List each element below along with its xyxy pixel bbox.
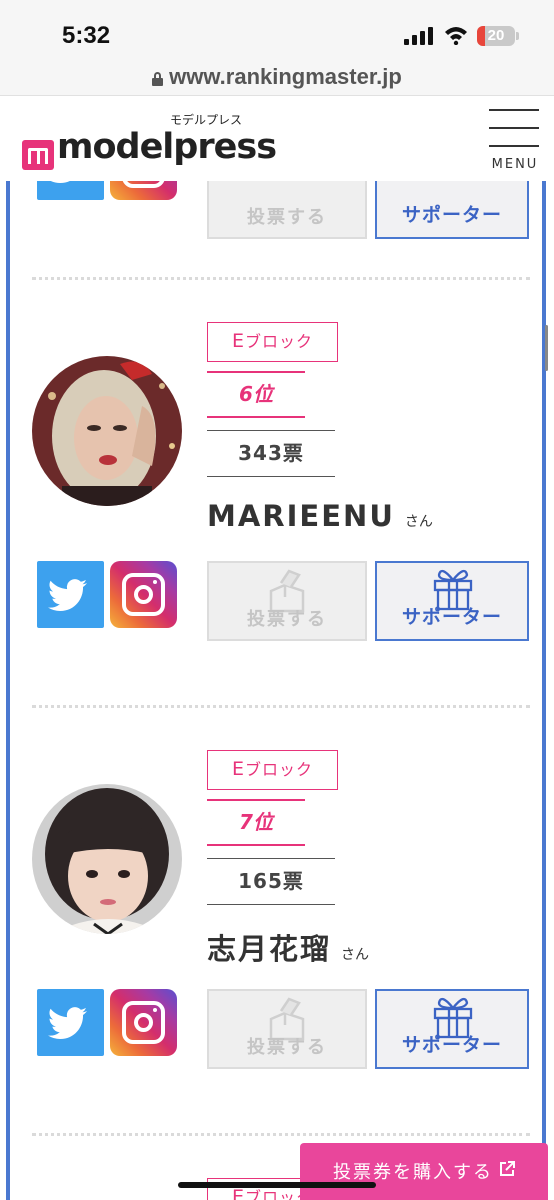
scroll-indicator [545, 325, 548, 371]
divider [32, 705, 530, 708]
vote-count: 165票 [207, 858, 335, 905]
divider [32, 1133, 530, 1136]
twitter-icon [48, 1007, 87, 1040]
home-indicator [178, 1182, 376, 1188]
wifi-icon [445, 27, 467, 45]
instagram-button[interactable] [110, 989, 177, 1056]
block-tag: Eブロック [207, 750, 338, 790]
vote-button-label: 投票する [247, 207, 327, 228]
divider [32, 277, 530, 280]
block-letter: E [231, 330, 245, 352]
lock-icon [152, 72, 164, 86]
profile-photo [32, 356, 182, 506]
clock: 5:32 [62, 22, 111, 49]
vote-button-label: 投票する [247, 609, 327, 630]
hamburger-icon [489, 109, 539, 111]
vote-button[interactable]: 投票する [207, 989, 367, 1069]
contestant-name[interactable]: 志月花瑠 さん [207, 926, 369, 968]
site-header: モデルプレス modelpress MENU [0, 97, 554, 181]
name-text: 志月花瑠 [207, 932, 332, 966]
url-text: www.rankingmaster.jp [169, 64, 402, 89]
vote-button[interactable]: 投票する [207, 181, 367, 239]
supporter-button-label: サポーター [401, 1034, 502, 1056]
name-text: MARIEENU [207, 499, 395, 533]
hamburger-bar [489, 145, 539, 147]
address-bar[interactable]: www.rankingmaster.jp [0, 64, 554, 96]
rank-label: 6位 [207, 371, 305, 418]
logo-wordmark: modelpress [57, 127, 277, 167]
instagram-icon [122, 181, 165, 188]
instagram-icon [122, 573, 165, 616]
battery-icon: 20 [477, 26, 515, 46]
menu-button[interactable]: MENU [488, 109, 540, 172]
buy-tickets-button[interactable]: 投票券を購入する [300, 1143, 548, 1200]
twitter-icon [50, 181, 70, 184]
rank-label: 7位 [207, 799, 305, 846]
twitter-button[interactable] [37, 989, 104, 1056]
buy-tickets-label: 投票券を購入する [333, 1162, 493, 1183]
avatar[interactable] [32, 356, 182, 506]
vote-count: 343票 [207, 430, 335, 477]
ranking-list: 投票する サポーター Eブロック 6位 343票 MARIEENU さん 投票す… [6, 181, 546, 1200]
block-tag: Eブロック [207, 322, 338, 362]
block-suffix: ブロック [245, 760, 314, 779]
profile-photo [32, 784, 182, 934]
logo-kana: モデルプレス [170, 113, 243, 127]
battery-percent: 20 [487, 27, 505, 44]
twitter-icon [48, 579, 87, 612]
instagram-button[interactable] [110, 561, 177, 628]
contestant-name[interactable]: MARIEENU さん [207, 499, 433, 533]
vote-button-label: 投票する [247, 1037, 327, 1058]
cellular-signal-icon [404, 27, 434, 45]
vote-button[interactable]: 投票する [207, 561, 367, 641]
logo-mark-icon [22, 140, 54, 170]
instagram-button[interactable] [110, 181, 177, 200]
menu-label: MENU [491, 157, 539, 172]
twitter-button[interactable] [37, 181, 104, 200]
instagram-icon [122, 1001, 165, 1044]
twitter-button[interactable] [37, 561, 104, 628]
block-suffix: ブロック [245, 332, 314, 351]
honorific: さん [404, 514, 433, 530]
battery-tip [516, 32, 519, 40]
supporter-button-label: サポーター [401, 606, 502, 628]
block-letter: E [231, 1186, 245, 1200]
external-link-icon [500, 1161, 515, 1176]
avatar[interactable] [32, 784, 182, 934]
honorific: さん [341, 947, 370, 963]
status-bar: 5:32 20 [0, 0, 554, 64]
block-letter: E [231, 758, 245, 780]
supporter-button[interactable]: サポーター [375, 181, 529, 239]
supporter-button[interactable]: サポーター [375, 561, 529, 641]
hamburger-bar [489, 127, 539, 129]
supporter-button[interactable]: サポーター [375, 989, 529, 1069]
supporter-button-label: サポーター [401, 204, 502, 226]
